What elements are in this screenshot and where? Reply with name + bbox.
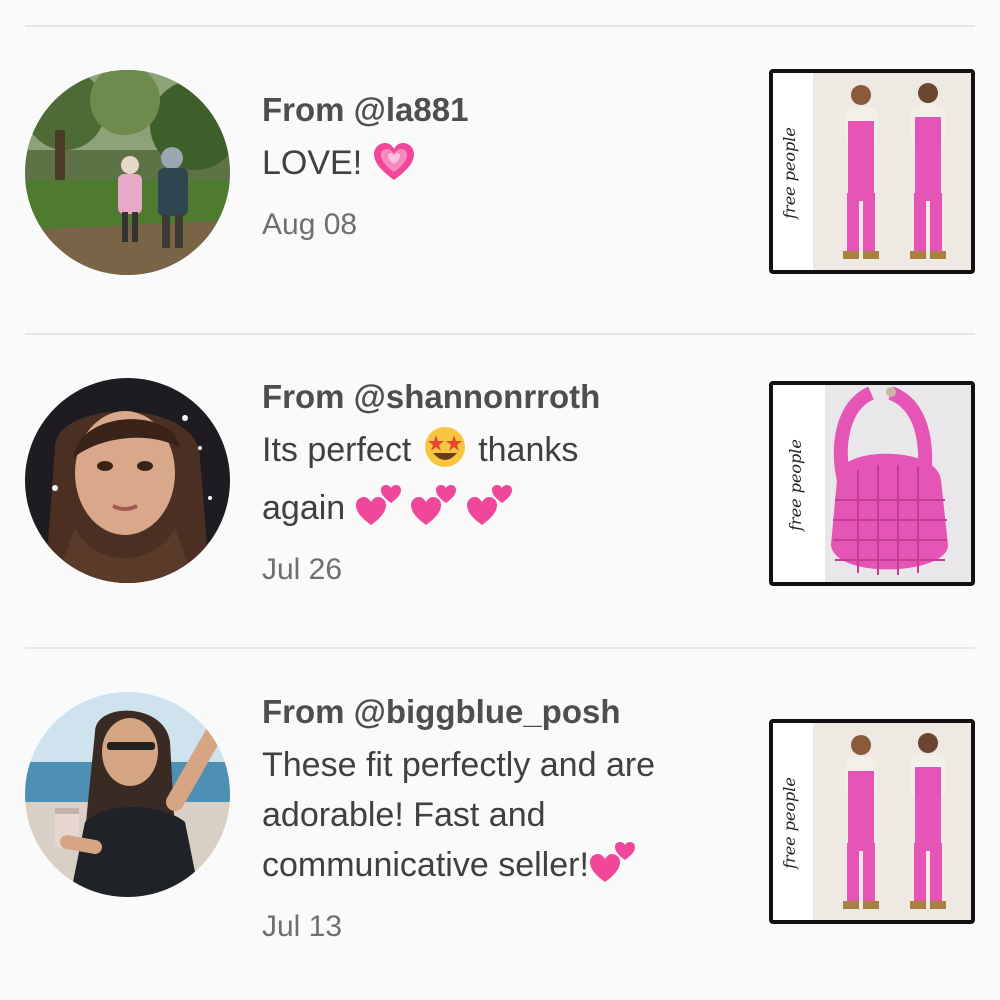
review-text: From @la881 LOVE! Aug 08: [262, 90, 732, 244]
pink-overalls-photo-icon: free people: [773, 723, 971, 920]
sparkling-heart-icon: [372, 142, 416, 196]
two-hearts-icon: [466, 483, 512, 541]
review-message-text-1: Its perfect: [262, 431, 412, 469]
review-feed: From @la881 LOVE! Aug 08 free people Fro…: [0, 0, 1000, 1000]
review-author[interactable]: From @biggblue_posh: [262, 692, 732, 732]
pink-quilted-bag-photo-icon: free people: [773, 385, 971, 582]
brand-logo: free people: [786, 439, 805, 532]
review-author[interactable]: From @shannonrroth: [262, 377, 732, 417]
product-thumbnail[interactable]: free people: [769, 69, 975, 274]
avatar[interactable]: [25, 378, 230, 583]
review-text: From @biggblue_posh These fit perfectly …: [262, 692, 732, 946]
review-message-text-2: thanks: [478, 431, 579, 469]
avatar[interactable]: [25, 692, 230, 897]
forest-kids-photo-icon: [25, 70, 230, 275]
review-message-text-3: again: [262, 489, 346, 527]
star-struck-icon: [421, 425, 469, 483]
two-hearts-icon: [410, 483, 457, 541]
woman-portrait-photo-icon: [25, 378, 230, 583]
two-hearts-icon: [355, 483, 401, 541]
review-text: From @shannonrroth Its perfect thanks ag…: [262, 377, 732, 589]
brand-logo: free people: [780, 777, 799, 870]
brand-logo: free people: [780, 127, 799, 220]
two-hearts-icon: [589, 840, 635, 898]
review-date: Jul 13: [262, 910, 343, 943]
review-message: Its perfect thanks again: [262, 425, 732, 541]
divider: [25, 647, 975, 649]
review-date: Jul 26: [262, 553, 343, 586]
product-thumbnail[interactable]: free people: [769, 381, 975, 586]
review-message: LOVE!: [262, 138, 732, 196]
review-message: These fit perfectly and are adorable! Fa…: [262, 740, 732, 898]
avatar[interactable]: [25, 70, 230, 275]
beach-woman-photo-icon: [25, 692, 230, 897]
divider: [25, 333, 975, 335]
divider: [25, 25, 975, 27]
review-message-text: LOVE!: [262, 144, 363, 182]
review-author[interactable]: From @la881: [262, 90, 732, 130]
review-date: Aug 08: [262, 208, 358, 241]
product-thumbnail[interactable]: free people: [769, 719, 975, 924]
pink-overalls-photo-icon: free people: [773, 73, 971, 270]
